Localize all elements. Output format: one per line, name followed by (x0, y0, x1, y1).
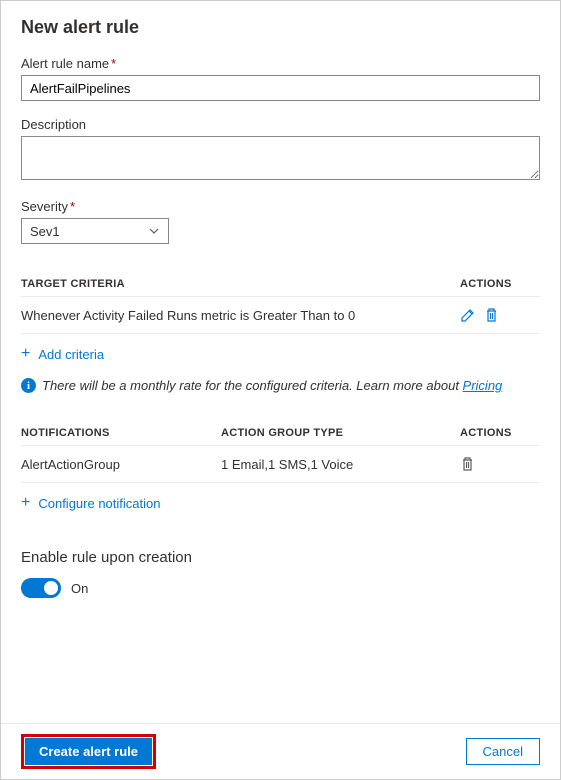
cancel-button[interactable]: Cancel (466, 738, 540, 765)
toggle-state-text: On (71, 581, 88, 596)
edit-icon[interactable] (460, 307, 476, 323)
criteria-row: Whenever Activity Failed Runs metric is … (21, 297, 540, 334)
criteria-info: i There will be a monthly rate for the c… (21, 378, 540, 393)
severity-select[interactable]: Sev1 (21, 218, 169, 244)
create-alert-rule-button[interactable]: Create alert rule (25, 738, 152, 765)
configure-notification-button[interactable]: + Configure notification (21, 483, 540, 523)
notification-row: AlertActionGroup 1 Email,1 SMS,1 Voice (21, 446, 540, 483)
notifications-header: NOTIFICATIONS ACTION GROUP TYPE ACTIONS (21, 421, 540, 446)
criteria-header: TARGET CRITERIA ACTIONS (21, 272, 540, 297)
plus-icon: + (21, 495, 30, 511)
footer: Create alert rule Cancel (1, 723, 560, 779)
description-input[interactable] (21, 136, 540, 180)
enable-rule-label: Enable rule upon creation (21, 549, 540, 566)
create-button-highlight: Create alert rule (21, 734, 156, 769)
notification-name: AlertActionGroup (21, 457, 221, 472)
pricing-link[interactable]: Pricing (463, 378, 503, 393)
page-title: New alert rule (21, 17, 540, 38)
severity-value: Sev1 (30, 224, 60, 239)
info-icon: i (21, 378, 36, 393)
criteria-text: Whenever Activity Failed Runs metric is … (21, 308, 460, 323)
notification-type: 1 Email,1 SMS,1 Voice (221, 457, 460, 472)
add-criteria-button[interactable]: + Add criteria (21, 334, 540, 374)
delete-icon[interactable] (460, 456, 475, 472)
alert-name-label: Alert rule name* (21, 56, 540, 71)
description-label: Description (21, 117, 540, 132)
chevron-down-icon (148, 225, 160, 237)
plus-icon: + (21, 346, 30, 362)
severity-label: Severity* (21, 199, 540, 214)
enable-rule-toggle[interactable] (21, 578, 61, 598)
alert-name-input[interactable] (21, 75, 540, 101)
delete-icon[interactable] (484, 307, 499, 323)
